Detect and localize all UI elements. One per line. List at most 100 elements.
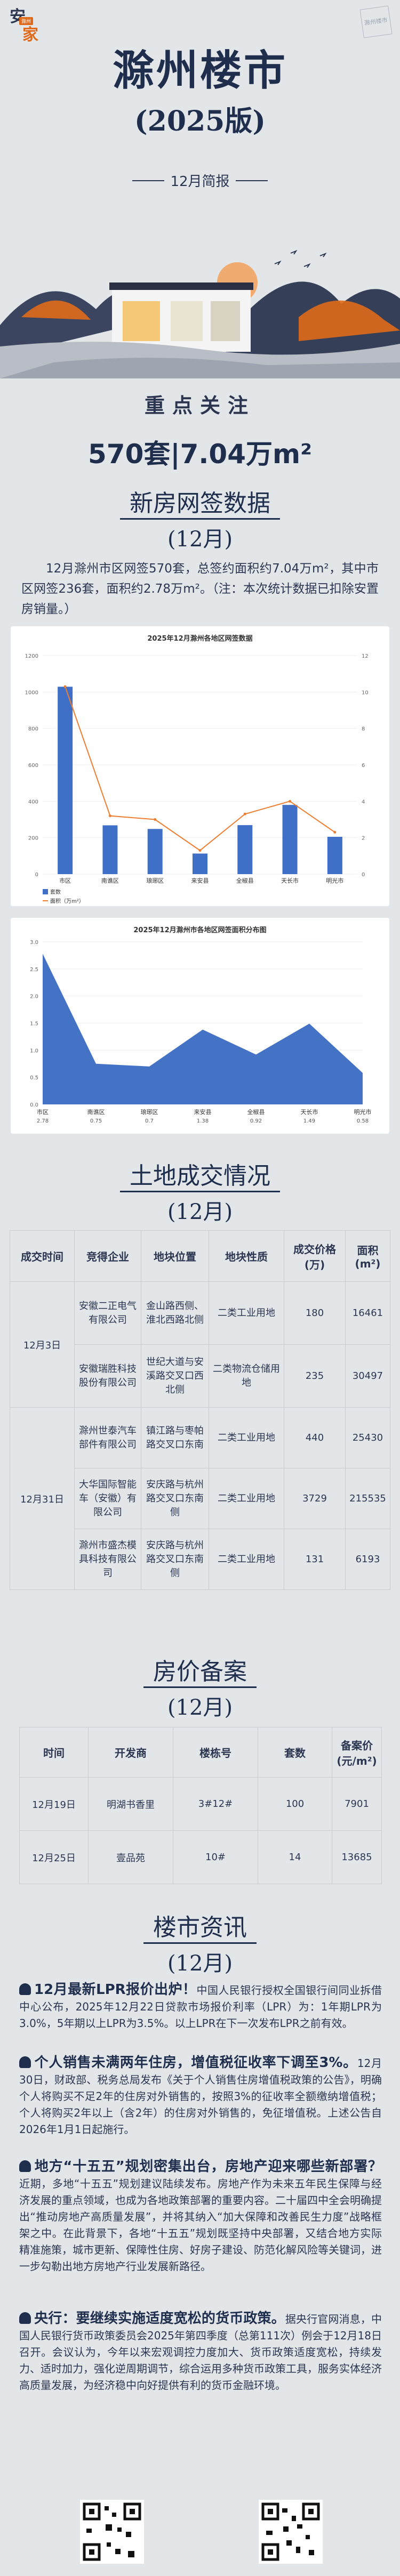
land-cell-location: 世纪大道与安溪路交叉口西北侧 <box>141 1344 209 1408</box>
section-newhouse-period: (12月) <box>167 527 233 552</box>
land-cell-area: 6193 <box>345 1529 390 1590</box>
x-tick-label: 琅琊区 <box>141 1108 158 1116</box>
land-col-company: 竞得企业 <box>74 1230 141 1282</box>
section-filing-title: 房价备案 <box>143 1652 257 1688</box>
legend-label: 面积（万m²） <box>50 898 84 905</box>
section-filing-period: (12月) <box>167 1695 233 1720</box>
land-cell-price: 3729 <box>284 1468 346 1529</box>
x-tick-label: 南谯区 <box>87 1108 105 1116</box>
land-cell-price: 235 <box>284 1344 346 1408</box>
land-cell-location: 安庆路与杭州路交叉口东南侧 <box>141 1529 209 1590</box>
land-cell-location: 安庆路与杭州路交叉口东南侧 <box>141 1468 209 1529</box>
land-col-time: 成交时间 <box>10 1230 75 1282</box>
chart1-svg: 0 0 200 2 400 4 600 6 800 8 1000 10 1200 12 市区 南谯区 琅琊区 来安… <box>25 653 369 905</box>
y-tick-label: 1.0 <box>30 1048 38 1054</box>
y-tick-label: 1.5 <box>30 1021 38 1027</box>
land-col-area: 面积(m²) <box>345 1230 390 1282</box>
filing-cell-building: 10# <box>173 1830 258 1884</box>
line-point <box>289 800 292 803</box>
filing-cell-units: 14 <box>258 1830 332 1884</box>
data-label: 0.92 <box>250 1118 262 1124</box>
x-tick-label: 全椒县 <box>236 877 254 884</box>
legend-label: 套数 <box>50 889 61 895</box>
filing-cell-price: 13685 <box>332 1830 382 1884</box>
line-point <box>154 818 157 821</box>
y-tick-label: 800 <box>28 726 38 732</box>
x-tick-label: 来安县 <box>191 877 209 884</box>
line-point <box>198 849 202 852</box>
line-point <box>63 685 67 688</box>
data-label: 2.78 <box>37 1118 49 1124</box>
land-table: 成交时间 竞得企业 地块位置 地块性质 成交价格(万) 面积(m²) 12月3日… <box>10 1230 390 1590</box>
headline-metrics: 570套|7.04万m² <box>88 439 312 470</box>
land-cell-price: 440 <box>284 1407 346 1468</box>
y-tick-label: 600 <box>28 763 38 769</box>
chart2-svg: 0.0 0.5 1.0 1.5 2.0 2.5 3.0 市区 2.78 南谯区 0.75 琅琊区 0.7… <box>30 940 371 1124</box>
qr-code-left[interactable] <box>80 2500 144 2564</box>
land-cell-nature: 二类工业用地 <box>209 1281 284 1345</box>
qr-code-icon <box>83 2502 141 2561</box>
section-land-header: 土地成交情况 (12月) <box>0 1157 400 1225</box>
news-headline: 地方“十五五”规划密集出台，房地产迎来哪些新部署？ <box>34 2159 382 2175</box>
x-tick-label: 全椒县 <box>247 1108 265 1116</box>
news-item: 个人销售未满两年住房，增值税征收率下调至3%。12月30日，财政部、税务总局发布… <box>19 2055 382 2138</box>
x-tick-label: 琅琊区 <box>146 877 164 884</box>
filing-table-header-row: 时间 开发商 楼栋号 套数 备案价(元/m²) <box>19 1727 382 1778</box>
land-cell-location: 金山路西侧、淮北西路北侧 <box>141 1281 209 1345</box>
x-tick-label: 来安县 <box>194 1108 212 1116</box>
land-col-price: 成交价格(万) <box>284 1230 346 1282</box>
land-cell-area: 215535 <box>345 1468 390 1529</box>
y-tick-label: 3.0 <box>30 940 38 946</box>
page-title: 滁州楼市 <box>112 46 287 95</box>
bar-mark <box>193 853 207 874</box>
data-label: 1.38 <box>197 1118 209 1124</box>
land-cell-date: 12月3日 <box>10 1281 75 1408</box>
filing-col-price: 备案价(元/m²) <box>332 1727 382 1778</box>
filing-cell-date: 12月25日 <box>19 1830 89 1884</box>
chart-panel-area: 2025年12月滁州市各地区网签面积分布图 0.0 0.5 1.0 1.5 2.0 2.5… <box>11 918 389 1134</box>
land-cell-location: 镇江路与枣帕路交叉口东南 <box>141 1407 209 1468</box>
land-cell-company: 安徽二正电气有限公司 <box>74 1281 141 1345</box>
corner-stamp-logo: 滁州楼市 <box>359 5 393 38</box>
chart-panel-sales: 2025年12月滁州各地区网签数据 0 0 200 2 400 4 600 6 800 8 1000… <box>11 626 389 906</box>
section-land-period: (12月) <box>167 1200 233 1224</box>
y2-tick-label: 6 <box>362 763 365 769</box>
news-body: 近期，多地“十五五”规划建议陆续发布。房地产作为未来五年民生保障与经济发展的重点… <box>19 2177 382 2273</box>
section-news-title: 楼市资讯 <box>143 1908 257 1944</box>
filing-cell-developer: 壹品苑 <box>88 1830 173 1884</box>
filing-cell-price: 7901 <box>332 1777 382 1831</box>
filing-table: 时间 开发商 楼栋号 套数 备案价(元/m²) 12月19日 明湖书香里 3#1… <box>19 1727 382 1884</box>
brief-divider-right <box>236 180 268 181</box>
area-series <box>43 954 363 1104</box>
section-news-period: (12月) <box>167 1951 233 1976</box>
land-cell-area: 25430 <box>345 1407 390 1468</box>
news-headline: 12月最新LPR报价出炉！ <box>34 1982 197 1998</box>
x-tick-label: 天长市 <box>301 1108 318 1116</box>
y2-tick-label: 2 <box>362 836 365 842</box>
table-row: 12月31日 滁州世泰汽车部件有限公司 镇江路与枣帕路交叉口东南 二类工业用地 … <box>10 1407 390 1590</box>
land-cell-area: 30497 <box>345 1344 390 1408</box>
filing-col-time: 时间 <box>19 1727 89 1778</box>
y2-tick-label: 12 <box>362 653 369 659</box>
land-cell-area: 16461 <box>345 1281 390 1345</box>
line-point <box>333 830 337 834</box>
table-row: 12月3日 安徽二正电气有限公司 金山路西侧、淮北西路北侧 二类工业用地 180… <box>10 1281 390 1408</box>
focus-heading: 重点关注 <box>144 394 255 417</box>
qr-code-right[interactable] <box>259 2500 323 2564</box>
filing-cell-units: 100 <box>258 1777 332 1831</box>
land-cell-company: 安徽瑞胜科技股份有限公司 <box>74 1344 141 1408</box>
header-illustration <box>0 249 400 378</box>
y-tick-label: 2.0 <box>30 994 38 1000</box>
line-point <box>243 812 246 815</box>
bar-mark <box>237 825 253 874</box>
legend-swatch-bar <box>43 889 48 894</box>
land-cell-company: 大华国际智能车（安徽）有限公司 <box>74 1468 141 1529</box>
y-tick-label: 0.0 <box>30 1102 38 1108</box>
section-newhouse-header: 新房网签数据 (12月) <box>0 484 400 553</box>
land-table-header-row: 成交时间 竞得企业 地块位置 地块性质 成交价格(万) 面积(m²) <box>10 1230 390 1282</box>
land-cell-nature: 二类工业用地 <box>209 1529 284 1590</box>
land-col-nature: 地块性质 <box>209 1230 284 1282</box>
y2-tick-label: 4 <box>362 799 365 805</box>
line-point <box>108 814 111 818</box>
bell-icon <box>19 2312 31 2324</box>
